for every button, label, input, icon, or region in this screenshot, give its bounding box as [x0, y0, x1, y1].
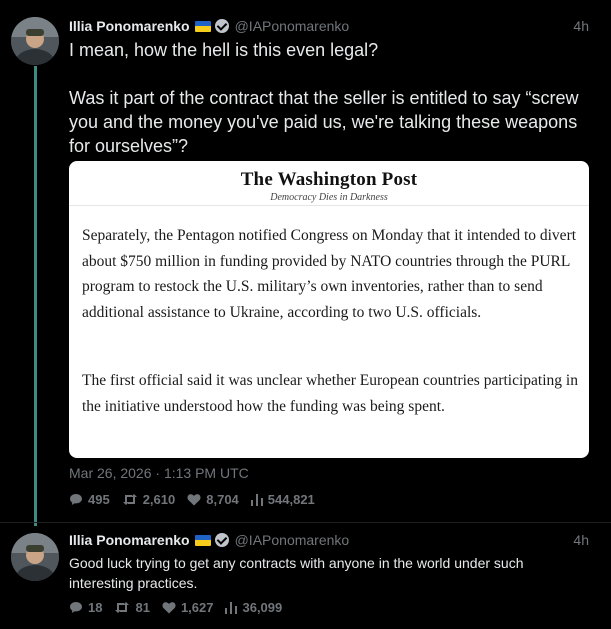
- masthead: The Washington Post Democracy Dies in Da…: [69, 169, 589, 203]
- like-icon: [187, 494, 201, 506]
- author-name[interactable]: Illia Ponomarenko: [69, 18, 190, 34]
- reply-icon: [70, 494, 82, 505]
- retweet-icon: [122, 494, 137, 505]
- reply-count: 18: [88, 600, 103, 615]
- tweet-text-line1: I mean, how the hell is this even legal?: [69, 40, 379, 60]
- tweet-text-line2: Was it part of the contract that the sel…: [69, 88, 579, 156]
- views-icon: [250, 493, 263, 506]
- quoted-image-card[interactable]: The Washington Post Democracy Dies in Da…: [69, 161, 589, 458]
- views-button[interactable]: 544,821: [250, 492, 315, 507]
- verified-icon: [214, 19, 229, 33]
- views-button[interactable]: 36,099: [225, 600, 282, 615]
- retweet-icon: [115, 602, 130, 613]
- retweet-count: 2,610: [142, 492, 176, 507]
- like-count: 1,627: [180, 600, 214, 615]
- like-button[interactable]: 8,704: [187, 492, 239, 507]
- verified-icon: [214, 533, 229, 547]
- ukraine-flag-icon: [194, 20, 211, 32]
- views-icon: [225, 601, 238, 614]
- like-button[interactable]: 1,627: [162, 600, 214, 615]
- avatar-image: [11, 17, 59, 65]
- thread-connector-line: [34, 66, 37, 526]
- retweet-button[interactable]: 2,610: [122, 492, 176, 507]
- ukraine-flag-icon: [194, 534, 211, 546]
- author-handle[interactable]: @IAPonomarenko: [235, 532, 350, 548]
- timeline: Illia Ponomarenko @IAPonomarenko 4h I me…: [0, 0, 611, 629]
- views-count: 544,821: [267, 492, 315, 507]
- author-handle[interactable]: @IAPonomarenko: [235, 18, 350, 34]
- tweet-date[interactable]: Mar 26, 2026 · 1:13 PM UTC: [69, 465, 249, 481]
- tweet-time[interactable]: 4h: [573, 532, 589, 548]
- tweet-text: Good luck trying to get any contracts wi…: [69, 555, 524, 591]
- author-name[interactable]: Illia Ponomarenko: [69, 532, 190, 548]
- tweet-time[interactable]: 4h: [573, 18, 589, 34]
- retweet-count: 81: [135, 600, 150, 615]
- avatar-image: [11, 533, 59, 581]
- newspaper-tagline: Democracy Dies in Darkness: [270, 192, 388, 203]
- views-count: 36,099: [242, 600, 283, 615]
- tweet-stats: 18 81 1,627 36,099: [69, 600, 294, 615]
- reply-icon: [70, 602, 82, 613]
- reply-count: 495: [88, 492, 110, 507]
- like-icon: [162, 602, 176, 614]
- avatar[interactable]: [11, 17, 59, 65]
- tweet-header: Illia Ponomarenko @IAPonomarenko: [69, 531, 349, 549]
- reply-button[interactable]: 495: [69, 492, 110, 507]
- article-paragraph-2: The first official said it was unclear w…: [82, 372, 578, 415]
- like-count: 8,704: [206, 492, 239, 507]
- article-paragraph-1: Separately, the Pentagon notified Congre…: [82, 227, 577, 321]
- tweet-stats: 495 2,610 8,704 544,821: [69, 492, 327, 507]
- tweet-header: Illia Ponomarenko @IAPonomarenko: [69, 17, 349, 35]
- reply-button[interactable]: 18: [69, 600, 102, 615]
- tweet-divider: [0, 522, 611, 523]
- card-divider: [69, 205, 589, 206]
- retweet-button[interactable]: 81: [114, 600, 150, 615]
- avatar[interactable]: [11, 533, 59, 581]
- newspaper-logo: The Washington Post: [240, 169, 418, 190]
